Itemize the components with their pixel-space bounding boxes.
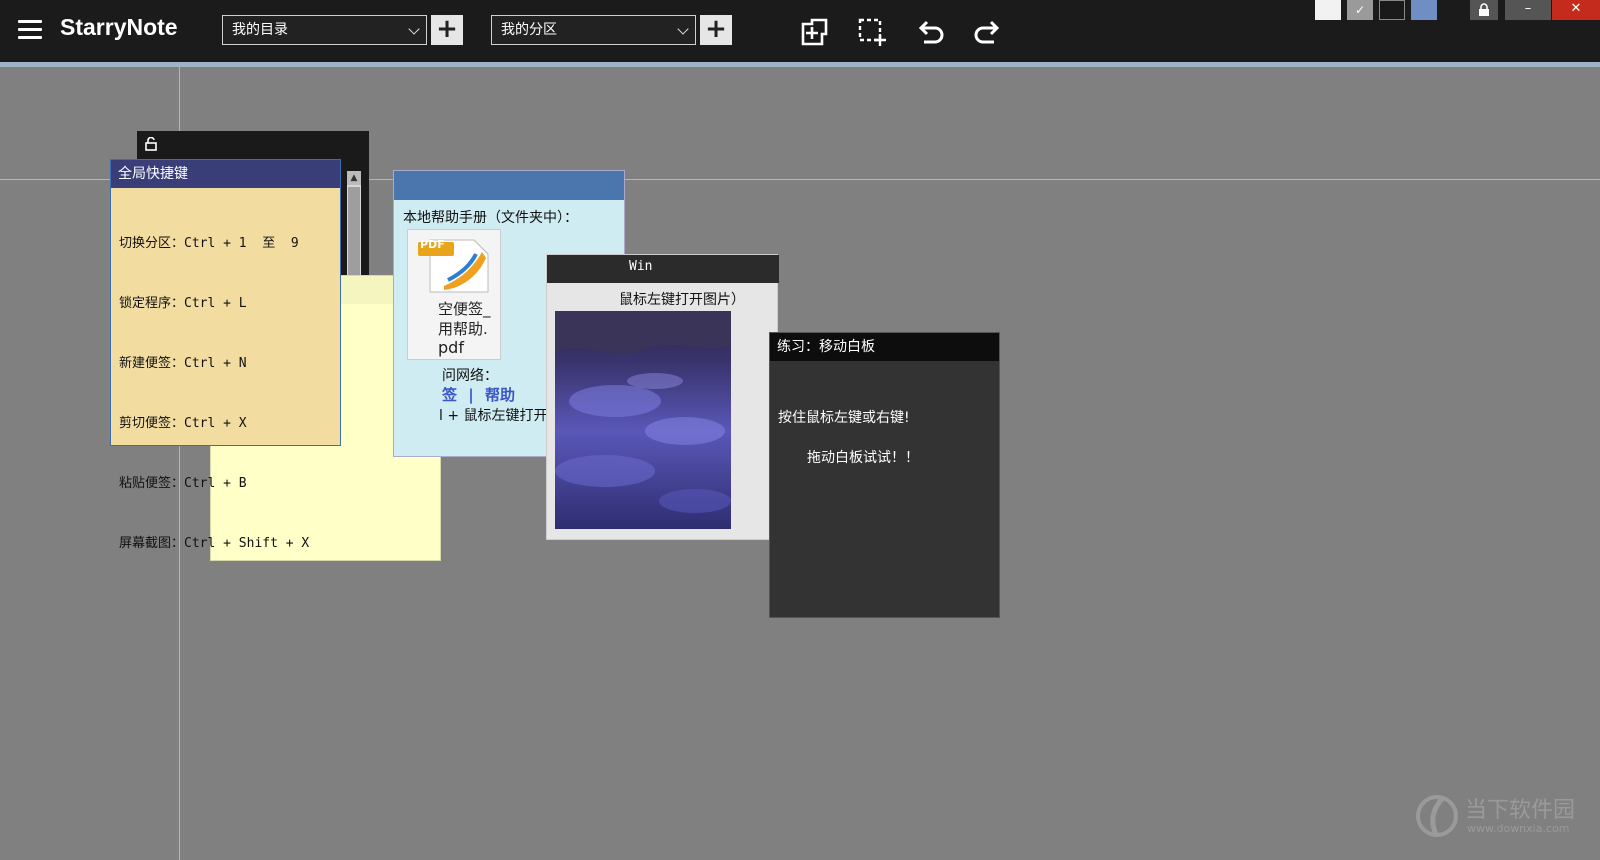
scroll-up-arrow-icon[interactable]: ▲: [347, 171, 361, 185]
add-partition-button[interactable]: +: [700, 15, 732, 45]
help-note-header[interactable]: [394, 171, 624, 200]
shortcuts-list: 切换分区：Ctrl + 1 至 9 锁定程序：Ctrl + L 新建便签：Ctr…: [111, 188, 340, 594]
snow-landscape-image[interactable]: [555, 311, 731, 529]
pdf-badge-label: PDF: [420, 238, 445, 251]
watermark-text: 当下软件园: [1465, 798, 1576, 823]
chevron-down-icon: [677, 23, 689, 35]
catalog-select-value: 我的目录: [232, 22, 288, 38]
whiteboard-note-title[interactable]: 练习：移动白板: [770, 333, 999, 361]
catalog-select[interactable]: 我的目录: [222, 15, 427, 45]
unlock-icon[interactable]: [145, 137, 157, 151]
pdf-file-name-line1: 空便签_: [438, 300, 491, 318]
image-note-title: Win: [629, 259, 653, 274]
image-note-caption: 鼠标左键打开图片）: [619, 292, 745, 308]
partition-select[interactable]: 我的分区: [491, 15, 696, 45]
top-toolbar: StarryNote 我的目录 + 我的分区 + ✓ – ✕: [0, 0, 1600, 62]
pdf-file-name-line2: 用帮助.: [438, 320, 488, 338]
theme-swatch-blue[interactable]: [1411, 0, 1437, 20]
help-manual-text: 本地帮助手册（文件夹中）：: [403, 210, 578, 226]
toolbar-divider: [0, 62, 1600, 67]
screenshot-select-icon[interactable]: [856, 16, 888, 48]
note-link[interactable]: 签: [442, 386, 457, 404]
lock-icon[interactable]: [1470, 0, 1498, 20]
shortcut-line: 锁定程序：Ctrl + L: [119, 296, 247, 311]
link-separator: |: [468, 386, 474, 404]
help-links: 签 | 帮助: [442, 384, 515, 405]
pdf-file-name-line3: pdf: [438, 338, 464, 357]
minimize-button[interactable]: –: [1505, 0, 1551, 20]
shortcut-line: 剪切便签：Ctrl + X: [119, 416, 247, 431]
theme-swatch-black[interactable]: [1379, 0, 1405, 20]
redo-icon[interactable]: [972, 16, 1004, 48]
close-button[interactable]: ✕: [1552, 0, 1600, 20]
pdf-file-item[interactable]: PDF 空便签_ 用帮助. pdf: [407, 229, 501, 360]
theme-swatch-white[interactable]: [1315, 0, 1341, 20]
hamburger-menu-icon[interactable]: [18, 20, 42, 40]
shortcut-line: 屏幕截图：Ctrl + Shift + X: [119, 536, 310, 551]
help-link[interactable]: 帮助: [485, 386, 515, 404]
add-catalog-button[interactable]: +: [431, 15, 463, 45]
network-access-text: 问网络：: [442, 368, 498, 384]
shortcut-line: 粘贴便签：Ctrl + B: [119, 476, 247, 491]
shortcut-line: 新建便签：Ctrl + N: [119, 356, 247, 371]
whiteboard-instruction-1: 按住鼠标左键或右键!: [778, 410, 910, 426]
chevron-down-icon: [408, 23, 420, 35]
image-note[interactable]: Win 鼠标左键打开图片）: [546, 254, 779, 540]
watermark-logo: [1416, 795, 1458, 838]
watermark-url: www.downxia.com: [1467, 822, 1570, 835]
partition-select-value: 我的分区: [501, 22, 557, 38]
open-hint-text: l + 鼠标左键打开）: [439, 408, 562, 424]
shortcuts-note[interactable]: 全局快捷键 切换分区：Ctrl + 1 至 9 锁定程序：Ctrl + L 新建…: [110, 159, 341, 551]
shortcuts-note-title[interactable]: 全局快捷键: [111, 160, 340, 188]
new-note-icon[interactable]: [798, 16, 830, 48]
undo-icon[interactable]: [914, 16, 946, 48]
shortcut-line: 切换分区：Ctrl + 1 至 9: [119, 236, 299, 251]
image-note-header[interactable]: [547, 255, 779, 283]
theme-swatch-gray-selected[interactable]: ✓: [1347, 0, 1373, 20]
whiteboard-note[interactable]: 练习：移动白板 按住鼠标左键或右键! 拖动白板试试！！: [769, 332, 1000, 618]
app-title: StarryNote: [60, 14, 178, 40]
whiteboard-instruction-2: 拖动白板试试！！: [807, 450, 919, 466]
watermark: 当下软件园 www.downxia.com: [1415, 792, 1585, 840]
